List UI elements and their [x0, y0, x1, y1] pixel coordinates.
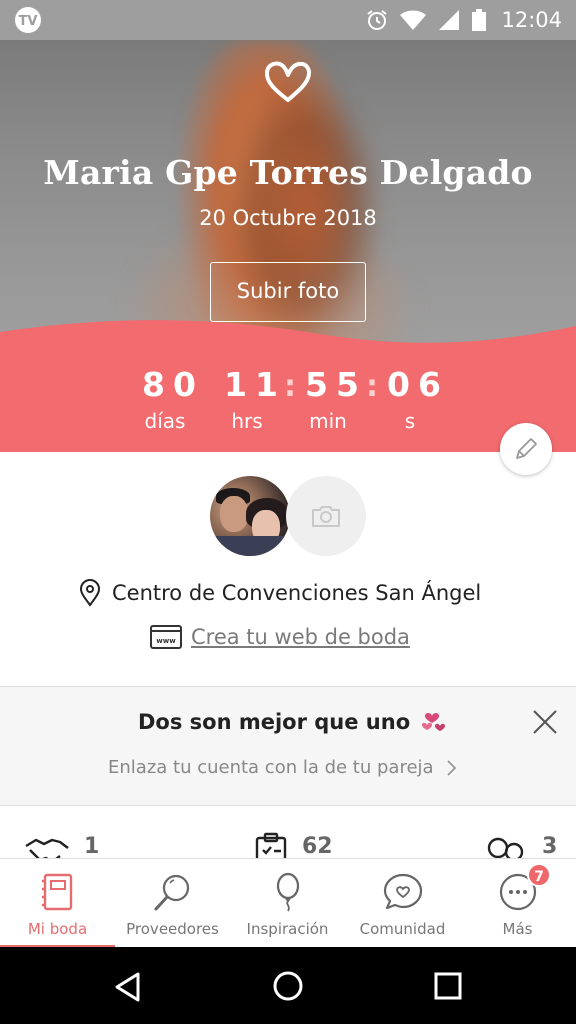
edit-button[interactable] — [500, 423, 552, 475]
nav-item-inspiracion[interactable]: Inspiración — [230, 859, 345, 948]
back-icon[interactable] — [112, 971, 144, 1003]
stat-value: 62 — [302, 834, 333, 859]
avatar-photo — [220, 496, 248, 532]
nav-label: Comunidad — [359, 920, 446, 938]
countdown-seconds-label: s — [404, 409, 416, 433]
wedding-date: 20 Octubre 2018 — [199, 206, 377, 230]
partner-card-title: Dos son mejor que uno — [138, 710, 411, 734]
chevron-right-icon — [446, 759, 456, 776]
upload-photo-button[interactable]: Subir foto — [210, 262, 366, 322]
pencil-icon — [516, 438, 537, 459]
stat-vendors[interactable]: 1 — [24, 832, 99, 860]
signal-icon — [439, 10, 460, 30]
web-browser-icon: www — [150, 625, 182, 649]
create-website-link[interactable]: Crea tu web de boda — [191, 625, 410, 649]
stat-value: 3 — [542, 834, 558, 859]
nav-item-comunidad[interactable]: Comunidad — [345, 859, 460, 948]
countdown-days: 80 — [142, 365, 204, 404]
couple-name: Maria Gpe Torres Delgado — [43, 153, 533, 192]
clipboard-icon — [255, 832, 287, 860]
partner-card-subtitle: Enlaza tu cuenta con la de tu pareja — [108, 757, 434, 778]
chat-heart-icon — [383, 873, 423, 910]
wifi-icon — [400, 10, 427, 30]
alarm-icon — [367, 10, 388, 30]
nav-item-proveedores[interactable]: Proveedores — [115, 859, 230, 948]
summary-stats: 1 62 3 — [0, 820, 576, 860]
nav-item-mas[interactable]: 7 Más — [460, 859, 575, 948]
partner-avatar-placeholder[interactable] — [286, 476, 366, 556]
notification-badge: 7 — [527, 863, 551, 887]
balloon-icon — [276, 872, 300, 912]
nav-label: Proveedores — [126, 920, 219, 938]
status-time: 12:04 — [501, 8, 562, 32]
guests-icon — [487, 837, 524, 860]
countdown-separator: : — [284, 369, 296, 404]
countdown-seconds: 06 — [387, 365, 449, 404]
battery-icon — [472, 9, 487, 31]
stat-tasks[interactable]: 62 — [254, 832, 333, 860]
status-bar: TV 12:04 — [0, 0, 576, 40]
heart-logo-icon — [264, 61, 311, 102]
countdown-minutes-label: min — [309, 409, 347, 433]
countdown-hours: 11 — [224, 365, 286, 404]
svg-text:TV: TV — [19, 14, 38, 29]
avatar-photo — [210, 536, 290, 556]
venue-name: Centro de Convenciones San Ángel — [112, 581, 482, 605]
hero-banner: Maria Gpe Torres Delgado 20 Octubre 2018… — [0, 40, 576, 452]
divider — [0, 805, 576, 806]
venue-row[interactable]: Centro de Convenciones San Ángel — [78, 578, 481, 608]
nav-label: Mi boda — [27, 920, 88, 938]
partner-card-subtitle-row: Enlaza tu cuenta con la de tu pareja — [108, 757, 458, 778]
countdown-hours-label: hrs — [231, 409, 263, 433]
stat-value: 1 — [84, 834, 100, 859]
link-partner-card[interactable]: Dos son mejor que uno Enlaza tu cuenta c… — [0, 687, 576, 805]
app-notification-icon: TV — [15, 7, 41, 33]
avatar[interactable] — [210, 476, 290, 556]
close-icon[interactable] — [532, 709, 558, 735]
svg-text:www: www — [156, 637, 176, 645]
home-icon[interactable] — [272, 970, 304, 1002]
hearts-icon — [422, 713, 446, 731]
countdown: 80 11 : 55 : 06 días hrs min s — [0, 365, 576, 445]
nav-label: Más — [502, 920, 533, 938]
system-navigation-bar — [0, 947, 576, 1024]
countdown-minutes: 55 — [305, 365, 367, 404]
stat-guests[interactable]: 3 — [484, 832, 557, 860]
bottom-navigation: Mi boda Proveedores Inspiración Comunida… — [0, 858, 576, 948]
wedding-website-row[interactable]: www Crea tu web de boda — [150, 622, 410, 652]
nav-label: Inspiración — [246, 920, 329, 938]
countdown-separator: : — [366, 369, 378, 404]
recents-icon[interactable] — [433, 971, 463, 1001]
search-icon — [154, 874, 190, 911]
handshake-icon — [25, 838, 69, 860]
partner-card-title-row: Dos son mejor que uno — [138, 709, 448, 735]
countdown-days-label: días — [144, 409, 186, 433]
camera-icon — [312, 506, 340, 527]
notebook-icon — [42, 873, 73, 911]
location-pin-icon — [79, 579, 101, 607]
nav-item-mi-boda[interactable]: Mi boda — [0, 859, 115, 948]
